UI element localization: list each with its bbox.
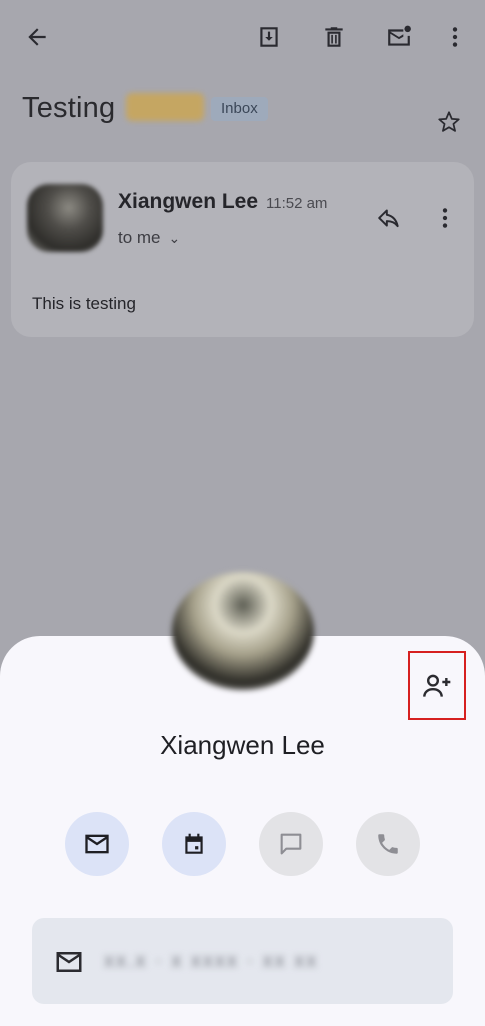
mark-unread-button[interactable] (379, 17, 419, 57)
top-app-bar (0, 0, 485, 76)
star-button[interactable] (429, 102, 469, 142)
chat-icon (280, 833, 302, 855)
more-vert-icon (452, 27, 458, 47)
person-add-icon (423, 674, 451, 697)
chat-button[interactable] (259, 812, 323, 876)
message-more-button[interactable] (425, 198, 465, 238)
mail-icon (85, 834, 109, 854)
archive-button[interactable] (249, 17, 289, 57)
contact-avatar (172, 572, 314, 690)
contact-name: Xiangwen Lee (160, 730, 325, 760)
star-outline-icon (438, 111, 460, 132)
recipient-details-toggle[interactable]: to me ⌄ (118, 228, 180, 248)
reply-icon (378, 209, 399, 228)
inbox-label-chip[interactable]: Inbox (211, 97, 268, 121)
schedule-event-button[interactable] (162, 812, 226, 876)
back-button[interactable] (17, 17, 57, 57)
arrow-left-icon (28, 28, 46, 46)
more-vert-icon (442, 208, 448, 228)
blurred-label-chip (126, 93, 204, 121)
email-message-card[interactable]: Xiangwen Lee 11:52 am to me ⌄ This is tes… (11, 162, 474, 337)
sender-avatar[interactable] (27, 184, 103, 252)
sender-name[interactable]: Xiangwen Lee (118, 190, 258, 214)
contact-email-row[interactable]: xx.x · x xxxx · xx xx (32, 918, 453, 1004)
contact-email-address: xx.x · x xxxx · xx xx (104, 950, 319, 972)
subject-row: Testing Inbox (22, 88, 463, 132)
more-options-button[interactable] (435, 17, 475, 57)
archive-icon (260, 27, 278, 47)
email-subject: Testing (22, 92, 116, 124)
mail-icon (56, 952, 82, 972)
mark-unread-icon (388, 25, 411, 46)
recipient-label: to me (118, 228, 161, 247)
add-contact-button[interactable] (408, 651, 466, 720)
email-body: This is testing (32, 294, 136, 313)
call-button[interactable] (356, 812, 420, 876)
calendar-icon (185, 833, 203, 854)
delete-button[interactable] (314, 17, 354, 57)
phone-icon (378, 834, 398, 854)
chevron-down-icon: ⌄ (168, 230, 181, 246)
message-time: 11:52 am (266, 195, 328, 212)
send-email-button[interactable] (65, 812, 129, 876)
trash-icon (325, 27, 343, 47)
reply-button[interactable] (369, 198, 409, 238)
